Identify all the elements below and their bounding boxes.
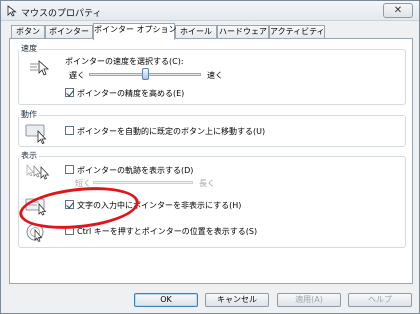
snap-to-default-label[interactable]: ポインターを自動的に既定のボタン上に移動する(U) <box>77 126 265 137</box>
speed-group: 速度 ポインターの速度を選択する(C): 遅く 速く ポインターの精度を高める(… <box>18 43 406 105</box>
speed-group-title: 速度 <box>19 43 39 54</box>
tab-wheel[interactable]: ホイール <box>175 25 217 39</box>
speed-select-label: ポインターの速度を選択する(C): <box>65 57 184 66</box>
ctrl-show-location-label[interactable]: Ctrl キーを押すとポインターの位置を表示する(S) <box>77 226 257 237</box>
tab-pointers[interactable]: ポインター <box>45 25 93 39</box>
pointer-speed-icon <box>30 60 50 76</box>
tab-hardware[interactable]: ハードウェア <box>217 25 269 39</box>
snap-to-default-checkbox[interactable] <box>65 126 74 135</box>
ctrl-show-location-checkbox[interactable] <box>65 226 74 235</box>
tab-pointer-options[interactable]: ポインター オプション <box>93 23 177 40</box>
hide-while-typing-checkbox[interactable] <box>65 200 74 209</box>
snap-to-button-icon <box>25 124 47 144</box>
fast-label: 速く <box>207 71 223 80</box>
pointer-trails-checkbox[interactable] <box>65 165 74 174</box>
ctrl-locate-icon <box>26 223 44 242</box>
pointer-trails-icon <box>26 164 50 180</box>
tab-panel: 速度 ポインターの速度を選択する(C): 遅く 速く ポインターの精度を高める(… <box>9 38 413 284</box>
tab-activity[interactable]: アクティビティ <box>269 25 325 39</box>
window-title: マウスのプロパティ <box>21 9 102 19</box>
display-group: 表示 ポインターの軌跡を表示する(D) 短く 長く 文字の入力中にポインターを非… <box>18 150 406 248</box>
tab-strip: ボタン ポインター ポインター オプション ホイール ハードウェア アクティビテ… <box>9 23 413 40</box>
apply-button[interactable]: 適用(A) <box>277 293 341 307</box>
help-button[interactable]: ヘルプ <box>348 293 412 307</box>
mouse-properties-dialog: マウスのプロパティ ✕ ボタン ポインター ポインター オプション ホイール ハ… <box>0 0 420 314</box>
title-bar[interactable]: マウスのプロパティ ✕ <box>1 1 419 21</box>
motion-group-title: 動作 <box>19 109 39 120</box>
pointer-trails-label[interactable]: ポインターの軌跡を表示する(D) <box>77 165 193 176</box>
trail-long-label: 長く <box>199 179 215 188</box>
precision-checkbox[interactable] <box>65 88 74 97</box>
close-button[interactable]: ✕ <box>383 3 413 18</box>
motion-group: 動作 ポインターを自動的に既定のボタン上に移動する(U) <box>18 109 406 147</box>
trail-length-slider-track[interactable] <box>93 181 193 184</box>
tab-buttons[interactable]: ボタン <box>11 25 45 39</box>
mouse-icon <box>7 5 17 17</box>
hide-while-typing-label[interactable]: 文字の入力中にポインターを非表示にする(H) <box>77 200 241 211</box>
cancel-button[interactable]: キャンセル <box>205 293 269 307</box>
ok-button[interactable]: OK <box>134 293 198 307</box>
precision-label[interactable]: ポインターの精度を高める(E) <box>77 88 184 99</box>
slow-label: 遅く <box>69 71 85 80</box>
hide-while-typing-icon <box>25 198 47 216</box>
speed-slider-thumb[interactable] <box>142 68 149 80</box>
trail-short-label: 短く <box>75 179 91 188</box>
display-group-title: 表示 <box>19 150 39 161</box>
